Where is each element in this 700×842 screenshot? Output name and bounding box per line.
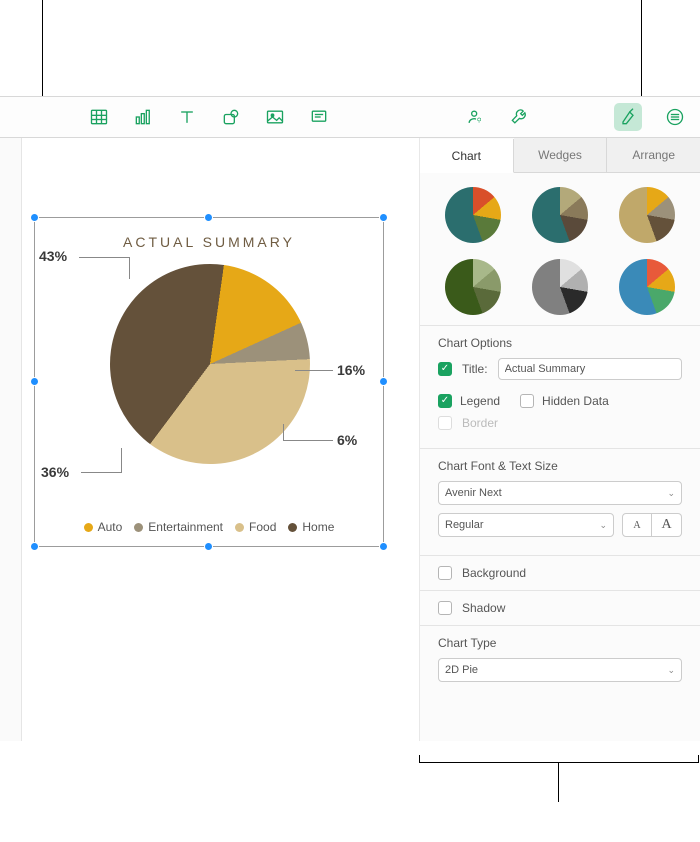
- background-section: Background: [420, 555, 700, 590]
- collaborate-icon[interactable]: [464, 106, 486, 128]
- resize-handle[interactable]: [204, 542, 213, 551]
- data-label-ent: 6%: [337, 432, 357, 448]
- tab-arrange[interactable]: Arrange: [607, 138, 700, 172]
- font-section: Chart Font & Text Size Avenir Next⌄ Regu…: [420, 448, 700, 555]
- more-icon[interactable]: [664, 106, 686, 128]
- data-label-home: 43%: [39, 248, 67, 264]
- chart-style-thumb[interactable]: [619, 259, 675, 315]
- app-window: ACTUAL SUMMARY 43% 16% 6% 36% Auto: [0, 96, 700, 741]
- legend-checkbox[interactable]: [438, 394, 452, 408]
- font-family-select[interactable]: Avenir Next⌄: [438, 481, 682, 505]
- chevron-down-icon: ⌄: [599, 520, 607, 531]
- section-heading: Chart Font & Text Size: [438, 459, 682, 473]
- format-icon[interactable]: [614, 103, 642, 131]
- resize-handle[interactable]: [30, 542, 39, 551]
- tab-wedges[interactable]: Wedges: [514, 138, 608, 172]
- resize-handle[interactable]: [30, 377, 39, 386]
- font-smaller-button[interactable]: A: [622, 513, 652, 537]
- shadow-label: Shadow: [462, 601, 505, 615]
- resize-handle[interactable]: [379, 542, 388, 551]
- legend-item-home: Home: [288, 520, 334, 534]
- font-weight-select[interactable]: Regular⌄: [438, 513, 614, 537]
- chart-options-section: Chart Options Title: Legend Hidden Data: [420, 325, 700, 448]
- chart-style-thumb[interactable]: [532, 187, 588, 243]
- hidden-data-checkbox[interactable]: [520, 394, 534, 408]
- chart-style-thumb[interactable]: [619, 187, 675, 243]
- format-sidebar: Chart Wedges Arrange Chart Options Title…: [420, 138, 700, 741]
- legend-label: Legend: [460, 394, 500, 408]
- chart-title: ACTUAL SUMMARY: [35, 234, 383, 250]
- background-label: Background: [462, 566, 526, 580]
- title-input[interactable]: [498, 358, 682, 380]
- section-heading: Chart Type: [438, 636, 682, 650]
- chart-styles-grid: [420, 173, 700, 325]
- hidden-data-label: Hidden Data: [542, 394, 609, 408]
- shape-icon[interactable]: [220, 106, 242, 128]
- chart-style-thumb[interactable]: [532, 259, 588, 315]
- canvas[interactable]: ACTUAL SUMMARY 43% 16% 6% 36% Auto: [0, 138, 420, 741]
- chart-style-thumb[interactable]: [445, 187, 501, 243]
- bar-chart-icon[interactable]: [132, 106, 154, 128]
- legend-item-food: Food: [235, 520, 276, 534]
- title-label: Title:: [462, 362, 488, 376]
- legend-item-auto: Auto: [84, 520, 123, 534]
- tab-chart[interactable]: Chart: [420, 139, 514, 173]
- border-checkbox: [438, 416, 452, 430]
- resize-handle[interactable]: [379, 213, 388, 222]
- data-label-food: 36%: [41, 464, 69, 480]
- data-label-auto: 16%: [337, 362, 365, 378]
- chart-style-thumb[interactable]: [445, 259, 501, 315]
- pie-graphic: [97, 251, 323, 477]
- text-icon[interactable]: [176, 106, 198, 128]
- shadow-checkbox[interactable]: [438, 601, 452, 615]
- chevron-down-icon: ⌄: [667, 488, 675, 499]
- shadow-section: Shadow: [420, 590, 700, 625]
- wrench-icon[interactable]: [508, 106, 530, 128]
- comment-icon[interactable]: [308, 106, 330, 128]
- chart-legend: Auto Entertainment Food Home: [35, 520, 383, 534]
- background-checkbox[interactable]: [438, 566, 452, 580]
- border-label: Border: [462, 416, 498, 430]
- resize-handle[interactable]: [379, 377, 388, 386]
- font-larger-button[interactable]: A: [652, 513, 682, 537]
- resize-handle[interactable]: [204, 213, 213, 222]
- image-icon[interactable]: [264, 106, 286, 128]
- chart-type-select[interactable]: 2D Pie⌄: [438, 658, 682, 682]
- pie-chart: ACTUAL SUMMARY 43% 16% 6% 36% Auto: [35, 218, 383, 546]
- chevron-down-icon: ⌄: [667, 665, 675, 676]
- toolbar: [0, 97, 700, 138]
- sidebar-tabs: Chart Wedges Arrange: [420, 138, 700, 173]
- chart-selection[interactable]: ACTUAL SUMMARY 43% 16% 6% 36% Auto: [34, 217, 384, 547]
- table-icon[interactable]: [88, 106, 110, 128]
- doc-edge: [0, 138, 22, 741]
- chart-type-section: Chart Type 2D Pie⌄: [420, 625, 700, 692]
- resize-handle[interactable]: [30, 213, 39, 222]
- title-checkbox[interactable]: [438, 362, 452, 376]
- legend-item-ent: Entertainment: [134, 520, 223, 534]
- section-heading: Chart Options: [438, 336, 682, 350]
